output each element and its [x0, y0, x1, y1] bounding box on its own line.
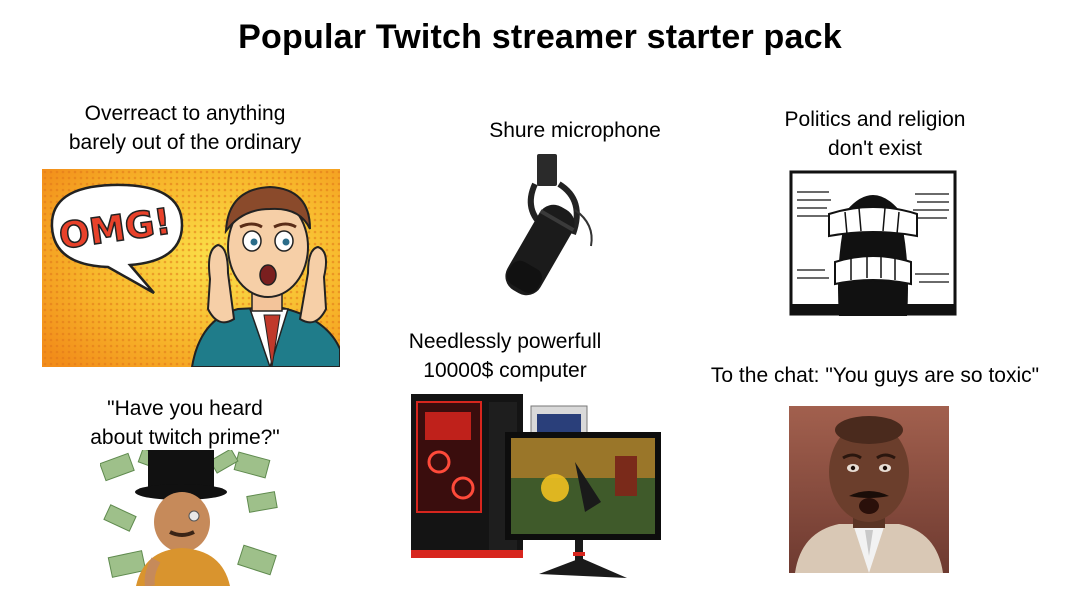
caption-computer: Needlessly powerfull 10000$ computer: [408, 330, 602, 382]
shocked-man-image: [789, 406, 949, 573]
microphone-image: [495, 150, 605, 300]
omg-popart-image: OMG!: [42, 169, 340, 367]
gaming-pc-image: [405, 392, 665, 584]
caption-toxic: To the chat: "You guys are so toxic": [710, 364, 1040, 387]
meme-title: Popular Twitch streamer starter pack: [238, 18, 842, 56]
censored-woodcut-image: [789, 170, 957, 316]
caption-microphone: Shure microphone: [489, 119, 661, 142]
money-rain-image: [100, 450, 278, 586]
caption-politics: Politics and religion don't exist: [784, 108, 966, 160]
caption-overreact: Overreact to anything barely out of the …: [68, 102, 302, 154]
caption-twitch-prime: "Have you heard about twitch prime?": [90, 397, 280, 449]
